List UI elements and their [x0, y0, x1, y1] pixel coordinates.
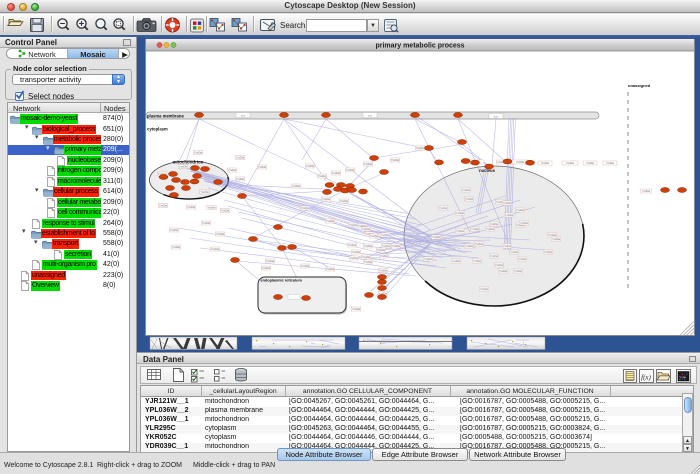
svg-text:Yxx00w: Yxx00w: [516, 210, 524, 212]
svg-text:Yxx00w: Yxx00w: [377, 250, 385, 252]
svg-text:Yxx00w: Yxx00w: [462, 190, 470, 192]
svg-text:Yxx00w: Yxx00w: [486, 229, 494, 231]
svg-text:Yxx00w: Yxx00w: [642, 191, 650, 193]
svg-text:Yxx00w: Yxx00w: [207, 208, 215, 210]
svg-text:Yxx00w: Yxx00w: [170, 230, 178, 232]
svg-text:Yxx00w: Yxx00w: [382, 246, 390, 248]
svg-text:Yxx00w: Yxx00w: [266, 261, 274, 263]
svg-text:plasma membrane: plasma membrane: [147, 114, 184, 119]
svg-text:Yxx00w: Yxx00w: [202, 223, 210, 225]
svg-text:Yxx00w: Yxx00w: [439, 208, 447, 210]
svg-text:Yxx00w: Yxx00w: [503, 203, 511, 205]
svg-text:Yxx00w: Yxx00w: [379, 271, 387, 273]
svg-text:Yxx00w: Yxx00w: [362, 229, 370, 231]
svg-text:Yxx00w: Yxx00w: [586, 163, 594, 165]
svg-text:Yxx00w: Yxx00w: [473, 261, 481, 263]
svg-text:Yxx00w: Yxx00w: [552, 239, 560, 241]
svg-text:Yxx00w: Yxx00w: [456, 213, 464, 215]
svg-text:Yxx00w: Yxx00w: [352, 252, 360, 254]
svg-text:Yxx00w: Yxx00w: [350, 258, 358, 260]
svg-text:Yxx00w: Yxx00w: [346, 170, 354, 172]
svg-text:Yxx00w: Yxx00w: [364, 164, 372, 166]
svg-text:Yxx00w: Yxx00w: [606, 163, 614, 165]
svg-text:Yxx00w: Yxx00w: [364, 262, 372, 264]
svg-text:Yxx00w: Yxx00w: [322, 199, 330, 201]
svg-text:Yxx00w: Yxx00w: [187, 207, 195, 209]
svg-text:Yxx00w: Yxx00w: [318, 176, 326, 178]
svg-text:Yxx00w: Yxx00w: [548, 235, 556, 237]
svg-text:Yxx00w: Yxx00w: [194, 153, 202, 155]
svg-text:Yxx00w: Yxx00w: [566, 163, 574, 165]
svg-text:Yxx00w: Yxx00w: [221, 211, 229, 213]
svg-text:Yxx00w: Yxx00w: [380, 256, 388, 258]
svg-text:Yxx00w: Yxx00w: [326, 269, 334, 271]
svg-text:Yxx00w: Yxx00w: [228, 170, 236, 172]
svg-text:Yxx00w: Yxx00w: [352, 309, 360, 311]
svg-text:Yxx00w: Yxx00w: [348, 245, 356, 247]
svg-text:Yxx00w: Yxx00w: [465, 246, 473, 248]
svg-text:Yxx00w: Yxx00w: [236, 179, 244, 181]
svg-text:Yxx00w: Yxx00w: [159, 206, 167, 208]
svg-text:Yxx00w: Yxx00w: [505, 215, 513, 217]
svg-text:Yxx00w: Yxx00w: [236, 158, 244, 160]
svg-text:Yxx00w: Yxx00w: [424, 259, 432, 261]
svg-text:Yxx00w: Yxx00w: [465, 199, 473, 201]
svg-text:Yxx00w: Yxx00w: [216, 234, 224, 236]
svg-text:Yxx00w: Yxx00w: [520, 223, 528, 225]
svg-text:Yxx00w: Yxx00w: [262, 268, 270, 270]
svg-text:Yxx00w: Yxx00w: [301, 266, 309, 268]
svg-text:Yxx00w: Yxx00w: [258, 167, 266, 169]
svg-text:Yxx00w: Yxx00w: [499, 271, 507, 273]
svg-text:Yxx00w: Yxx00w: [471, 229, 479, 231]
svg-text:Yxx00w: Yxx00w: [490, 256, 498, 258]
svg-text:Yxx00w: Yxx00w: [200, 192, 208, 194]
svg-text:mitochondrion: mitochondrion: [173, 160, 204, 165]
svg-text:Yxx00w: Yxx00w: [172, 247, 180, 249]
svg-text:Yxx00w: Yxx00w: [370, 236, 378, 238]
svg-text:Yxx00w: Yxx00w: [516, 225, 524, 227]
svg-text:Yxx00w: Yxx00w: [452, 261, 460, 263]
svg-text:Yxx00w: Yxx00w: [391, 160, 399, 162]
svg-text:Yxx00w: Yxx00w: [495, 265, 503, 267]
svg-text:Yxx00w: Yxx00w: [518, 259, 526, 261]
svg-text:Yxx00w: Yxx00w: [514, 271, 522, 273]
svg-text:Yxx00w: Yxx00w: [510, 252, 518, 254]
svg-text:primary metabolic process: primary metabolic process: [375, 43, 464, 50]
svg-text:Yxx00w: Yxx00w: [480, 289, 488, 291]
svg-text:Yxx00w: Yxx00w: [326, 221, 334, 223]
svg-text:Yxx00w: Yxx00w: [392, 246, 400, 248]
svg-text:Yxx00w: Yxx00w: [349, 225, 357, 227]
svg-text:Yxx00w: Yxx00w: [541, 163, 549, 165]
svg-text:Yxx00w: Yxx00w: [292, 186, 300, 188]
svg-text:Yxx00w: Yxx00w: [416, 148, 424, 150]
svg-text:Yxx00w: Yxx00w: [432, 237, 440, 239]
svg-text:Yxx00w: Yxx00w: [544, 252, 552, 254]
svg-text:endoplasmic reticulum: endoplasmic reticulum: [261, 279, 303, 283]
svg-text:Yxx00w: Yxx00w: [516, 162, 524, 164]
svg-text:Yxx00w: Yxx00w: [475, 244, 483, 246]
svg-text:Yxx00w: Yxx00w: [456, 231, 464, 233]
svg-text:Yxx00w: Yxx00w: [179, 167, 187, 169]
svg-text:Yxx00w: Yxx00w: [503, 246, 511, 248]
svg-text:Yxx00w: Yxx00w: [211, 249, 219, 251]
svg-text:Yxx00w: Yxx00w: [301, 208, 309, 210]
svg-text:Yxx00w: Yxx00w: [490, 224, 498, 226]
svg-text:Yxx00w: Yxx00w: [364, 246, 372, 248]
svg-text:unassigned: unassigned: [628, 83, 651, 88]
svg-text:Yxx00w: Yxx00w: [381, 235, 389, 237]
svg-text:Yxx00w: Yxx00w: [362, 257, 370, 259]
svg-text:cytoplasm: cytoplasm: [147, 127, 168, 132]
svg-text:Yxx00w: Yxx00w: [332, 173, 340, 175]
svg-text:Yxx00w: Yxx00w: [306, 166, 314, 168]
svg-text:Yxx00w: Yxx00w: [340, 201, 348, 203]
